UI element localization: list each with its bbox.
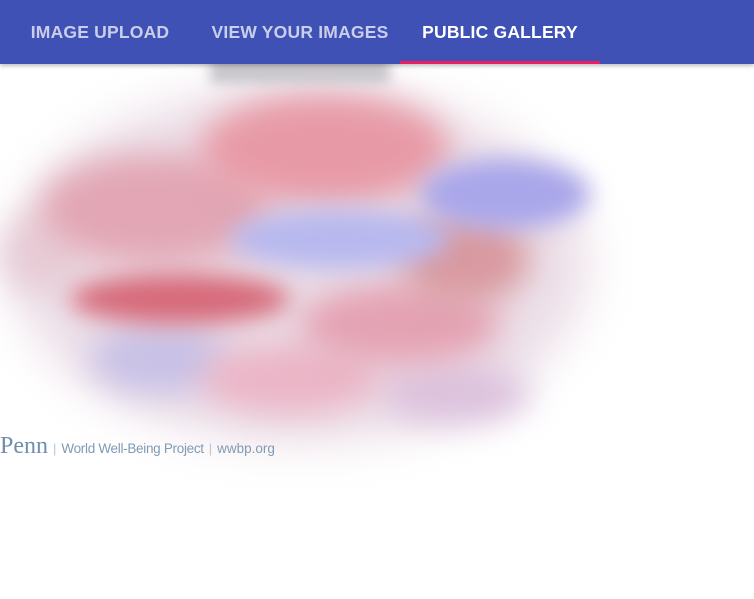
gallery-content: Penn | World Well-Being Project | wwbp.o… (0, 64, 754, 599)
project-name: World Well-Being Project (61, 441, 204, 456)
active-tab-indicator (400, 61, 600, 64)
separator: | (208, 441, 213, 456)
image-blur-region (200, 94, 450, 204)
image-blur-region (70, 274, 290, 324)
tab-image-upload[interactable]: IMAGE UPLOAD (0, 0, 200, 64)
gallery-image[interactable] (0, 64, 592, 444)
project-site: wwbp.org (217, 441, 275, 456)
app-bar: IMAGE UPLOAD VIEW YOUR IMAGES PUBLIC GAL… (0, 0, 754, 64)
image-blur-region (380, 364, 530, 424)
image-blur-region (420, 159, 590, 229)
tab-view-your-images[interactable]: VIEW YOUR IMAGES (200, 0, 400, 64)
image-blur-region (230, 209, 450, 269)
separator: | (53, 441, 57, 456)
tab-public-gallery[interactable]: PUBLIC GALLERY (400, 0, 600, 64)
penn-logo-text: Penn (0, 433, 48, 459)
image-blur-region (210, 64, 390, 84)
image-credit-footer: Penn | World Well-Being Project | wwbp.o… (0, 433, 275, 460)
